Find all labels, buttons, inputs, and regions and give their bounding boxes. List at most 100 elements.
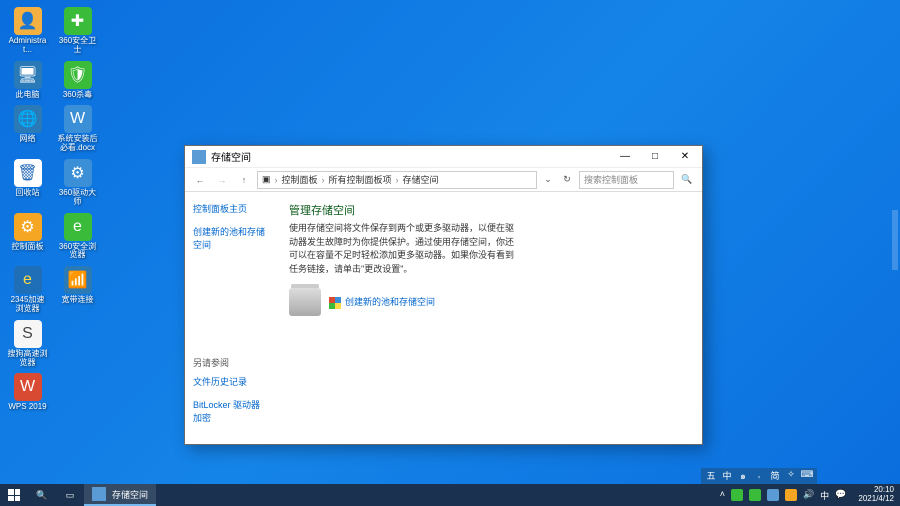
- icon-label: 360驱动大师: [57, 189, 98, 207]
- edge-watermark: [892, 210, 898, 270]
- ime-btn-2[interactable]: ๑: [736, 469, 750, 483]
- ime-btn-5[interactable]: ✧: [784, 469, 798, 483]
- desktop-icon-360-safe[interactable]: ✚ 360安全卫士: [55, 5, 100, 57]
- back-button[interactable]: ←: [191, 171, 209, 189]
- nav-bar: ← → ↑ ▣ › 控制面板 › 所有控制面板项 › 存储空间 ⌄ ↻ 搜索控制…: [185, 168, 702, 192]
- search-button[interactable]: 🔍: [28, 484, 56, 506]
- desktop-icon-360-browser[interactable]: e 360安全浏览器: [55, 211, 100, 263]
- sidebar-create[interactable]: 创建新的池和存储空间: [193, 225, 267, 251]
- action-row: 创建新的池和存储空间: [289, 288, 688, 316]
- tray-360safe-icon[interactable]: [731, 489, 743, 501]
- ime-btn-6[interactable]: ⌨: [800, 469, 814, 483]
- search-icon[interactable]: 🔍: [678, 171, 696, 189]
- tray-volume-icon[interactable]: 🔊: [803, 489, 814, 501]
- ime-bar[interactable]: 五中๑,简✧⌨: [701, 468, 817, 484]
- icon-label: WPS 2019: [8, 403, 46, 412]
- desktop-icon-network[interactable]: 🌐 网络: [5, 103, 50, 155]
- icon-label: 系统安装后必看.docx: [57, 135, 98, 153]
- control-panel-window: 存储空间 — □ ✕ ← → ↑ ▣ › 控制面板 › 所有控制面板项 › 存储…: [184, 145, 703, 445]
- 2345-browser-icon: e: [14, 266, 42, 294]
- refresh-button[interactable]: ↻: [559, 174, 575, 185]
- storage-space-icon: [192, 150, 206, 164]
- network-icon: 🌐: [14, 105, 42, 133]
- breadcrumb[interactable]: ▣ › 控制面板 › 所有控制面板项 › 存储空间: [257, 171, 537, 189]
- icon-label: 宽带连接: [62, 296, 94, 305]
- sogou-browser-icon: S: [14, 320, 42, 348]
- control-panel-icon: ⚙: [14, 213, 42, 241]
- taskbar-clock[interactable]: 20:10 2021/4/12: [852, 484, 900, 506]
- main-description: 使用存储空间将文件保存到两个或更多驱动器，以便在驱动器发生故障时为你提供保护。通…: [289, 222, 519, 276]
- icon-label: 360杀毒: [63, 91, 92, 100]
- icon-label: 搜狗高速浏览器: [7, 350, 48, 368]
- close-button[interactable]: ✕: [670, 147, 700, 167]
- desktop-icon-sogou-browser[interactable]: S 搜狗高速浏览器: [5, 318, 50, 370]
- sidebar-link-history[interactable]: 文件历史记录: [193, 375, 267, 388]
- desktop-icon-recycle-bin[interactable]: 🗑 回收站: [5, 157, 50, 209]
- windows-logo-icon: [8, 489, 20, 501]
- crumb-icon: ▣: [262, 174, 271, 185]
- desktop-icon-360-driver[interactable]: ⚙ 360驱动大师: [55, 157, 100, 209]
- desktop: 👤 Administrat... ✚ 360安全卫士 🖥 此电脑 🛡 360杀毒 🌐 网络 W 系统安…: [5, 5, 100, 414]
- hdd-icon: [289, 288, 321, 316]
- create-pool-link[interactable]: 创建新的池和存储空间: [329, 295, 435, 309]
- up-button[interactable]: ↑: [235, 171, 253, 189]
- search-input[interactable]: 搜索控制面板: [579, 171, 674, 189]
- tray-notify-icon[interactable]: [785, 489, 797, 501]
- sidebar: 控制面板主页 创建新的池和存储空间 另请参阅 文件历史记录 BitLocker …: [185, 192, 275, 444]
- ime-btn-0[interactable]: 五: [704, 469, 718, 483]
- recycle-bin-icon: 🗑: [14, 159, 42, 187]
- see-also-label: 另请参阅: [193, 356, 267, 369]
- ime-btn-4[interactable]: 简: [768, 469, 782, 483]
- title-bar[interactable]: 存储空间 — □ ✕: [185, 146, 702, 168]
- 360-safe-icon: ✚: [64, 7, 92, 35]
- desktop-icon-wps-2019[interactable]: W WPS 2019: [5, 371, 50, 414]
- desktop-icon-control-panel[interactable]: ⚙ 控制面板: [5, 211, 50, 263]
- user-folder-icon: 👤: [14, 7, 42, 35]
- 360-driver-icon: ⚙: [64, 159, 92, 187]
- tray-360av-icon[interactable]: [749, 489, 761, 501]
- icon-label: 回收站: [16, 189, 40, 198]
- icon-label: 网络: [20, 135, 36, 144]
- ime-btn-3[interactable]: ,: [752, 469, 766, 483]
- forward-button[interactable]: →: [213, 171, 231, 189]
- task-view-button[interactable]: ▭: [56, 484, 84, 506]
- broadband-icon: 📶: [64, 266, 92, 294]
- desktop-icon-broadband[interactable]: 📶 宽带连接: [55, 264, 100, 316]
- window-title: 存储空间: [211, 149, 610, 164]
- icon-label: 360安全浏览器: [57, 243, 98, 261]
- sidebar-link-bitlocker[interactable]: BitLocker 驱动器加密: [193, 398, 267, 424]
- 360-antivirus-icon: 🛡: [64, 61, 92, 89]
- maximize-button[interactable]: □: [640, 147, 670, 167]
- desktop-icon-doc-file[interactable]: W 系统安装后必看.docx: [55, 103, 100, 155]
- window-body: 控制面板主页 创建新的池和存储空间 另请参阅 文件历史记录 BitLocker …: [185, 192, 702, 444]
- doc-file-icon: W: [64, 105, 92, 133]
- ime-btn-1[interactable]: 中: [720, 469, 734, 483]
- this-pc-icon: 🖥: [14, 61, 42, 89]
- wps-2019-icon: W: [14, 373, 42, 401]
- main-panel: 管理存储空间 使用存储空间将文件保存到两个或更多驱动器，以便在驱动器发生故障时为…: [275, 192, 702, 444]
- tray-action-center-icon[interactable]: 💬: [835, 489, 846, 501]
- icon-label: 控制面板: [12, 243, 44, 252]
- taskbar-item-storage[interactable]: 存储空间: [84, 484, 156, 506]
- desktop-icon-360-antivirus[interactable]: 🛡 360杀毒: [55, 59, 100, 102]
- crumb-dropdown[interactable]: ⌄: [541, 174, 555, 185]
- tray-network-icon[interactable]: [767, 489, 779, 501]
- icon-label: Administrat...: [7, 37, 48, 55]
- system-tray: ˄ 🔊 中 💬: [714, 484, 853, 506]
- 360-browser-icon: e: [64, 213, 92, 241]
- desktop-icon-this-pc[interactable]: 🖥 此电脑: [5, 59, 50, 102]
- icon-label: 360安全卫士: [57, 37, 98, 55]
- sidebar-home[interactable]: 控制面板主页: [193, 202, 267, 215]
- icon-label: 2345加速浏览器: [7, 296, 48, 314]
- shield-icon: [329, 297, 341, 309]
- tray-ime-icon[interactable]: 中: [820, 489, 829, 501]
- main-heading: 管理存储空间: [289, 202, 688, 218]
- desktop-icon-user-folder[interactable]: 👤 Administrat...: [5, 5, 50, 57]
- tray-chevron[interactable]: ˄: [720, 489, 725, 501]
- icon-label: 此电脑: [16, 91, 40, 100]
- storage-space-icon: [92, 487, 106, 501]
- start-button[interactable]: [0, 484, 28, 506]
- desktop-icon-2345-browser[interactable]: e 2345加速浏览器: [5, 264, 50, 316]
- minimize-button[interactable]: —: [610, 147, 640, 167]
- taskbar: 🔍 ▭ 存储空间 ˄ 🔊 中 💬 20:10 2021/4/12: [0, 484, 900, 506]
